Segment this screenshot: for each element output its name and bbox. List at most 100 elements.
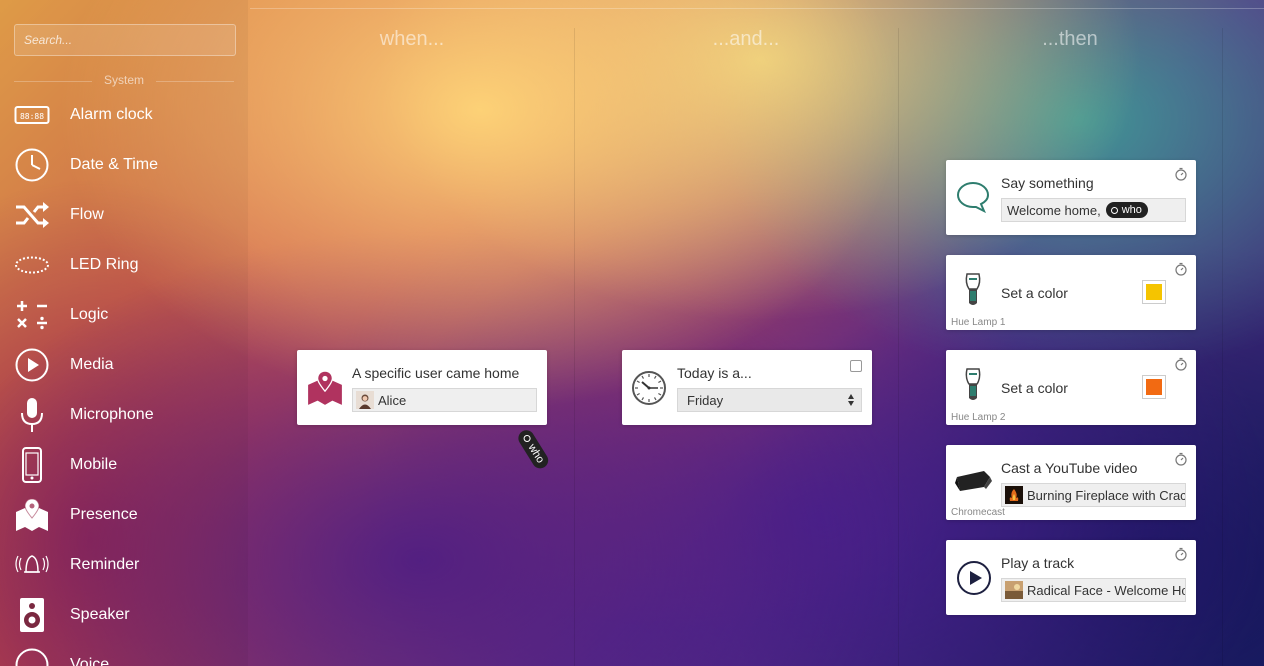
sidebar-item-label: Mobile: [70, 456, 118, 473]
condition-checkbox[interactable]: [850, 360, 862, 372]
action-card[interactable]: Play a track Radical Face - Welcome Hc: [946, 540, 1196, 615]
token-dot-icon: [522, 433, 532, 444]
play-circle-icon: [14, 347, 50, 383]
column-title-and: ...and...: [712, 28, 780, 50]
video-select[interactable]: Burning Fireplace with Crac: [1001, 483, 1186, 507]
token: who: [515, 427, 552, 472]
sidebar-item-label: Speaker: [70, 606, 130, 623]
search-box: [14, 24, 236, 56]
sidebar-item-label: Alarm clock: [70, 106, 153, 123]
speech-text-field[interactable]: Welcome home, who: [1001, 198, 1186, 222]
search-input[interactable]: [15, 25, 235, 55]
column-title-then: ...then: [1042, 28, 1098, 50]
color-swatch[interactable]: [1142, 280, 1166, 304]
column-divider: [898, 28, 899, 666]
sidebar-item-voice[interactable]: Voice: [0, 640, 248, 666]
map-pin-icon: [14, 497, 50, 533]
svg-text:88:88: 88:88: [20, 112, 44, 121]
clock-icon: [14, 147, 50, 183]
trigger-card[interactable]: A specific user came home Alice who: [297, 350, 552, 472]
sidebar-item-date-time[interactable]: Date & Time: [0, 140, 248, 190]
sidebar-item-label: Media: [70, 356, 114, 373]
token-label: who: [525, 441, 547, 466]
action-card[interactable]: Cast a YouTube video Burning Fireplace w…: [946, 445, 1196, 520]
video-title: Burning Fireplace with Crac: [1027, 487, 1186, 503]
sidebar-item-logic[interactable]: Logic: [0, 290, 248, 340]
card-title: A specific user came home: [352, 365, 520, 381]
flow-board: when... ...and... ...then A specific use…: [250, 8, 1264, 666]
sidebar-item-reminder[interactable]: Reminder: [0, 540, 248, 590]
action-card[interactable]: Say something Welcome home, who: [946, 160, 1196, 235]
sidebar-item-label: Presence: [70, 506, 138, 523]
sidebar-item-media[interactable]: Media: [0, 340, 248, 390]
shuffle-icon: [14, 197, 50, 233]
card-title: Set a color: [1001, 380, 1068, 396]
who-token-drag[interactable]: who: [515, 426, 553, 472]
card-title: Set a color: [1001, 285, 1068, 301]
hue-lamp-icon: [960, 368, 986, 404]
sidebar-list: 88:88 Alarm clock Date & Time Flow LED R…: [0, 90, 248, 666]
video-thumbnail: [1005, 486, 1023, 504]
card-title: Say something: [1001, 175, 1094, 191]
stopwatch-icon[interactable]: [1174, 547, 1188, 561]
sidebar-item-label: Flow: [70, 206, 104, 223]
action-card[interactable]: Set a color Hue Lamp 1: [946, 255, 1196, 330]
token-dot-icon: [1110, 206, 1118, 214]
day-value: Friday: [687, 392, 724, 408]
section-heading: System: [14, 73, 234, 87]
condition-card[interactable]: Today is a... Friday: [622, 350, 872, 425]
device-label: Hue Lamp 2: [951, 412, 1006, 423]
stopwatch-icon[interactable]: [1174, 167, 1188, 181]
track-title: Radical Face - Welcome Hc: [1027, 582, 1186, 598]
logic-operators-icon: [14, 297, 50, 333]
card-title: Today is a...: [677, 365, 752, 381]
play-circle-icon: [956, 560, 992, 596]
sidebar-item-label: Microphone: [70, 406, 154, 423]
card-title: Play a track: [1001, 555, 1075, 571]
album-thumbnail: [1005, 581, 1023, 599]
sidebar-item-label: Date & Time: [70, 156, 159, 173]
device-label: Hue Lamp 1: [951, 317, 1006, 328]
speech-bubble-icon: [956, 180, 990, 214]
stopwatch-icon[interactable]: [1174, 357, 1188, 371]
column-divider: [574, 28, 575, 666]
map-pin-icon: [306, 370, 344, 406]
stopwatch-icon[interactable]: [1174, 262, 1188, 276]
card-title: Cast a YouTube video: [1001, 460, 1138, 476]
chromecast-icon: [954, 469, 994, 495]
sidebar: System 88:88 Alarm clock Date & Time Flo…: [0, 0, 248, 666]
sidebar-item-mobile[interactable]: Mobile: [0, 440, 248, 490]
user-select[interactable]: Alice: [352, 388, 537, 412]
select-arrows-icon: [848, 394, 854, 406]
alarm-clock-icon: 88:88: [14, 97, 50, 133]
sidebar-item-label: LED Ring: [70, 256, 139, 273]
color-fill: [1146, 284, 1162, 300]
sidebar-item-label: Voice: [70, 656, 110, 666]
device-label: Chromecast: [951, 507, 1005, 518]
speech-text: Welcome home,: [1007, 202, 1101, 218]
hue-lamp-icon: [960, 273, 986, 309]
bell-ringing-icon: [14, 547, 50, 583]
token[interactable]: who: [1105, 202, 1148, 218]
action-card[interactable]: Set a color Hue Lamp 2: [946, 350, 1196, 425]
sidebar-item-alarm-clock[interactable]: 88:88 Alarm clock: [0, 90, 248, 140]
stopwatch-icon[interactable]: [1174, 452, 1188, 466]
sidebar-item-microphone[interactable]: Microphone: [0, 390, 248, 440]
sidebar-item-label: Reminder: [70, 556, 140, 573]
token-label: who: [1121, 204, 1142, 216]
day-select[interactable]: Friday: [677, 388, 862, 412]
sidebar-item-flow[interactable]: Flow: [0, 190, 248, 240]
sidebar-item-label: Logic: [70, 306, 109, 323]
sidebar-item-speaker[interactable]: Speaker: [0, 590, 248, 640]
sidebar-item-presence[interactable]: Presence: [0, 490, 248, 540]
avatar: [356, 391, 374, 409]
microphone-icon: [14, 397, 50, 433]
color-fill: [1146, 379, 1162, 395]
user-value: Alice: [378, 392, 407, 408]
sidebar-item-led-ring[interactable]: LED Ring: [0, 240, 248, 290]
color-swatch[interactable]: [1142, 375, 1166, 399]
voice-icon: [14, 647, 50, 666]
speaker-icon: [14, 597, 50, 633]
column-title-when: when...: [379, 28, 445, 50]
track-select[interactable]: Radical Face - Welcome Hc: [1001, 578, 1186, 602]
